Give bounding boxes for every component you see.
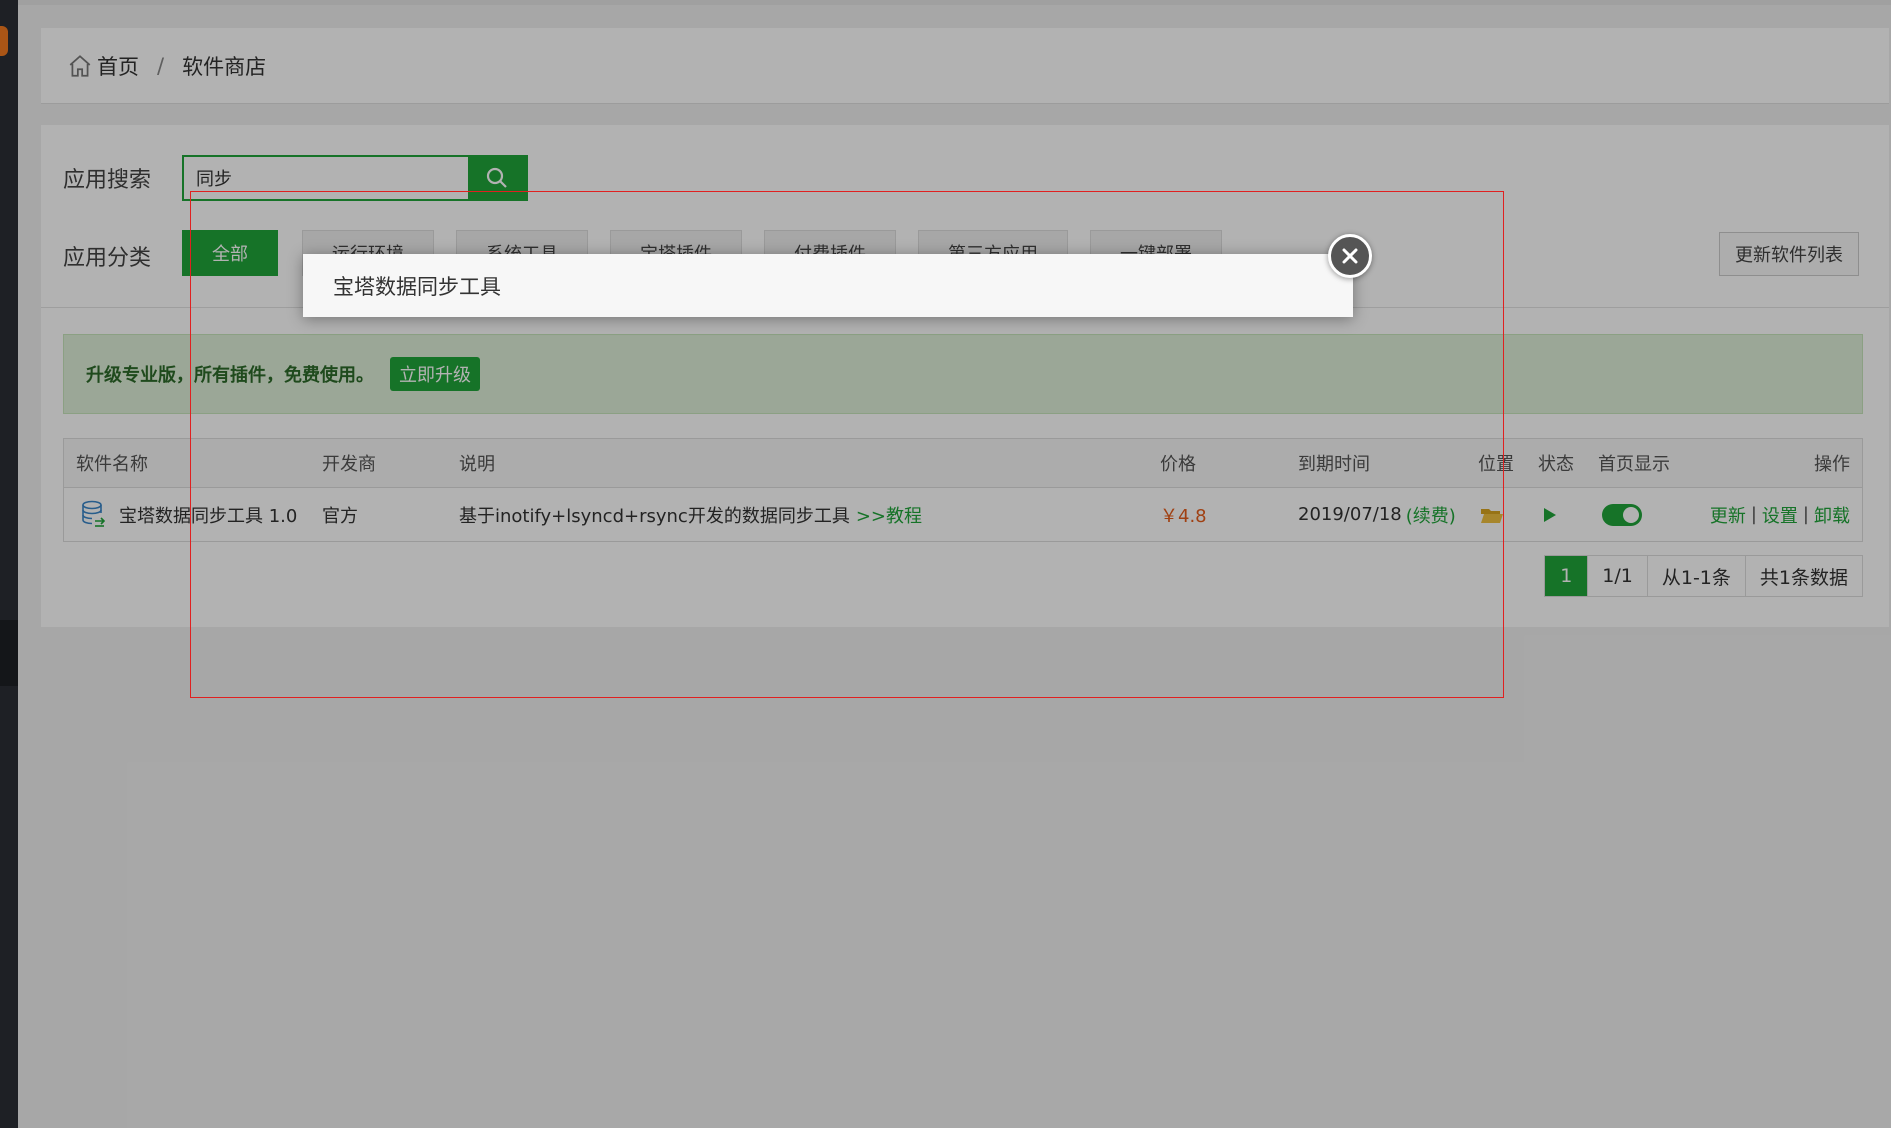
dialog-title: 宝塔数据同步工具: [333, 274, 501, 299]
close-icon: [1342, 248, 1358, 264]
plugin-dialog: 宝塔数据同步工具: [303, 254, 1353, 317]
dialog-close-button[interactable]: [1328, 234, 1372, 278]
